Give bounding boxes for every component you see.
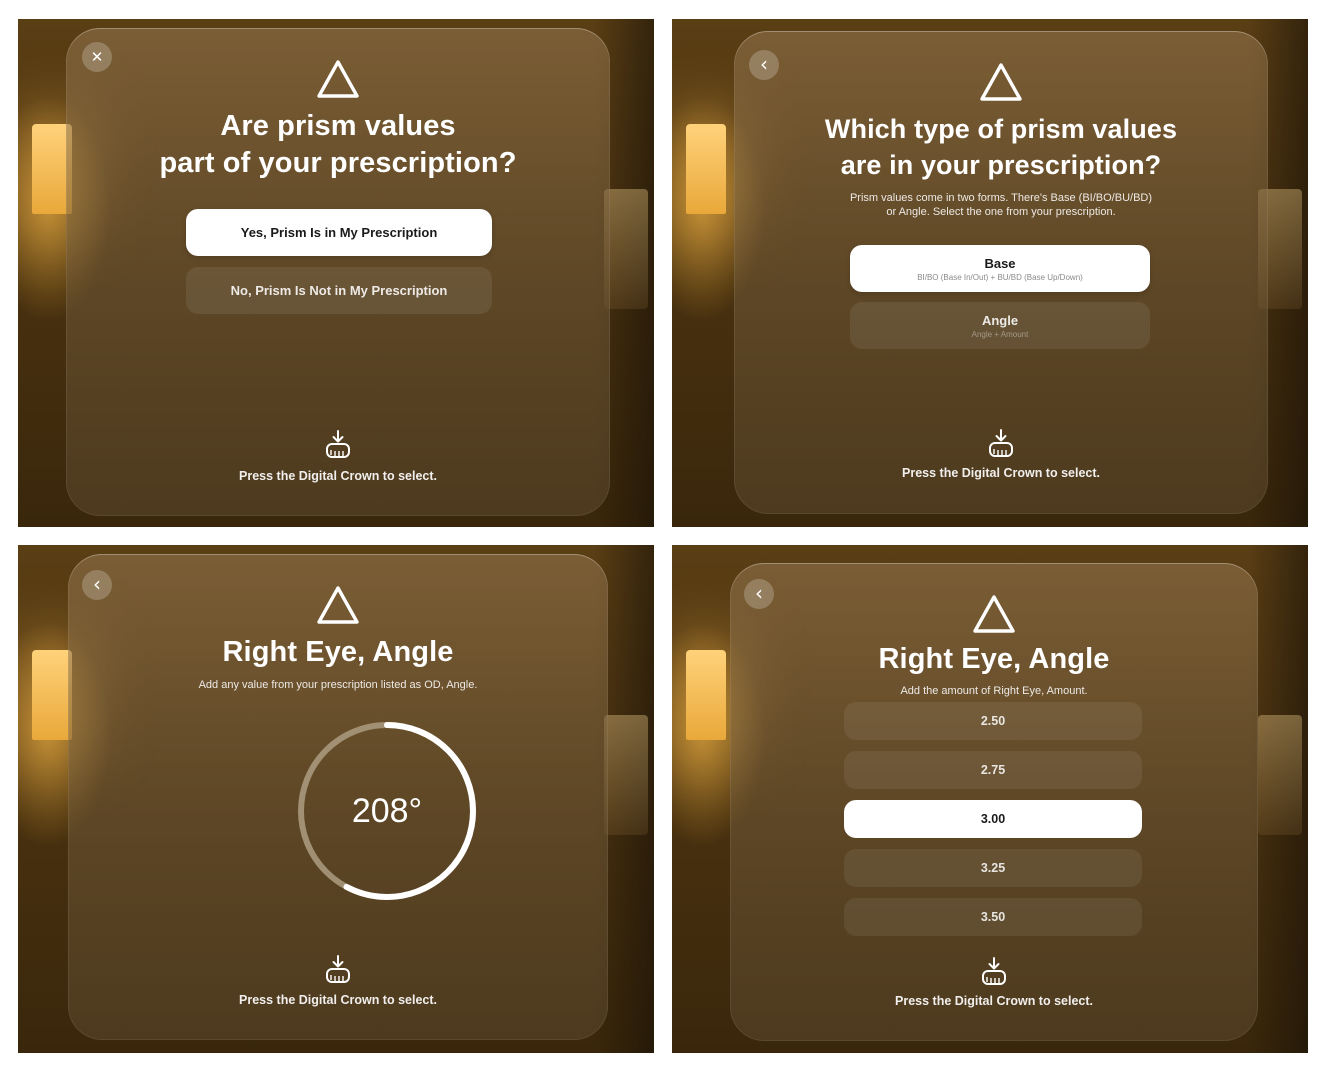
page-subtitle: Add the amount of Right Eye, Amount. [900,685,1088,697]
digital-crown-icon [989,429,1013,457]
base-option-button[interactable]: Base BI/BO (Base In/Out) + BU/BD (Base U… [850,245,1150,292]
crown-hint: Press the Digital Crown to select. [239,993,437,1007]
close-icon: ✕ [90,47,104,66]
page-title: Right Eye, Angle [878,643,1110,675]
close-button[interactable]: ✕ [82,42,112,72]
no-prism-button[interactable]: No, Prism Is Not in My Prescription [186,267,492,314]
crown-hint: Press the Digital Crown to select. [902,466,1100,480]
amount-option-2-50[interactable]: 2.50 [844,702,1142,740]
angle-value: 208° [351,791,423,830]
background-lamp [686,124,726,214]
amount-option-3-00[interactable]: 3.00 [844,800,1142,838]
amount-option-2-75[interactable]: 2.75 [844,751,1142,789]
dialog-window: ‹ Right Eye, Angle Add any value from yo… [68,554,608,1040]
screen-right-eye-angle: ‹ Right Eye, Angle Add any value from yo… [18,545,654,1053]
amount-option-3-50[interactable]: 3.50 [844,898,1142,936]
page-subtitle: Prism values come in two forms. There's … [849,192,1153,218]
dialog-window: ‹ Which type of prism values are in your… [734,31,1268,514]
screen-prism-question: ✕ Are prism values part of your prescrip… [18,19,654,527]
back-button[interactable]: ‹ [82,570,112,600]
page-title: Are prism values part of your prescripti… [159,110,517,179]
angle-option-button[interactable]: Angle Angle + Amount [850,302,1150,349]
dialog-window: ‹ Right Eye, Angle Add the amount of Rig… [730,563,1258,1041]
amount-option-3-25[interactable]: 3.25 [844,849,1142,887]
crown-hint: Press the Digital Crown to select. [239,469,437,483]
digital-crown-icon [326,955,350,983]
page-title: Right Eye, Angle [222,636,454,668]
chevron-left-icon: ‹ [93,572,101,596]
back-button[interactable]: ‹ [749,50,779,80]
yes-prism-button[interactable]: Yes, Prism Is in My Prescription [186,209,492,256]
screen-right-eye-amount: ‹ Right Eye, Angle Add the amount of Rig… [672,545,1308,1053]
digital-crown-icon [326,430,350,458]
crown-hint: Press the Digital Crown to select. [895,994,1093,1008]
background-lamp [686,650,726,740]
background-lamp [32,650,72,740]
dialog-window: ✕ Are prism values part of your prescrip… [66,28,610,516]
back-button[interactable]: ‹ [744,579,774,609]
chevron-left-icon: ‹ [760,52,768,76]
digital-crown-icon [982,957,1006,985]
warning-triangle-icon [317,586,359,624]
chevron-left-icon: ‹ [755,581,763,605]
screen-prism-type: ‹ Which type of prism values are in your… [672,19,1308,527]
warning-triangle-icon [317,60,359,98]
warning-triangle-icon [973,595,1015,633]
warning-triangle-icon [980,63,1022,101]
page-title: Which type of prism values are in your p… [824,114,1178,180]
page-subtitle: Add any value from your prescription lis… [198,679,478,691]
